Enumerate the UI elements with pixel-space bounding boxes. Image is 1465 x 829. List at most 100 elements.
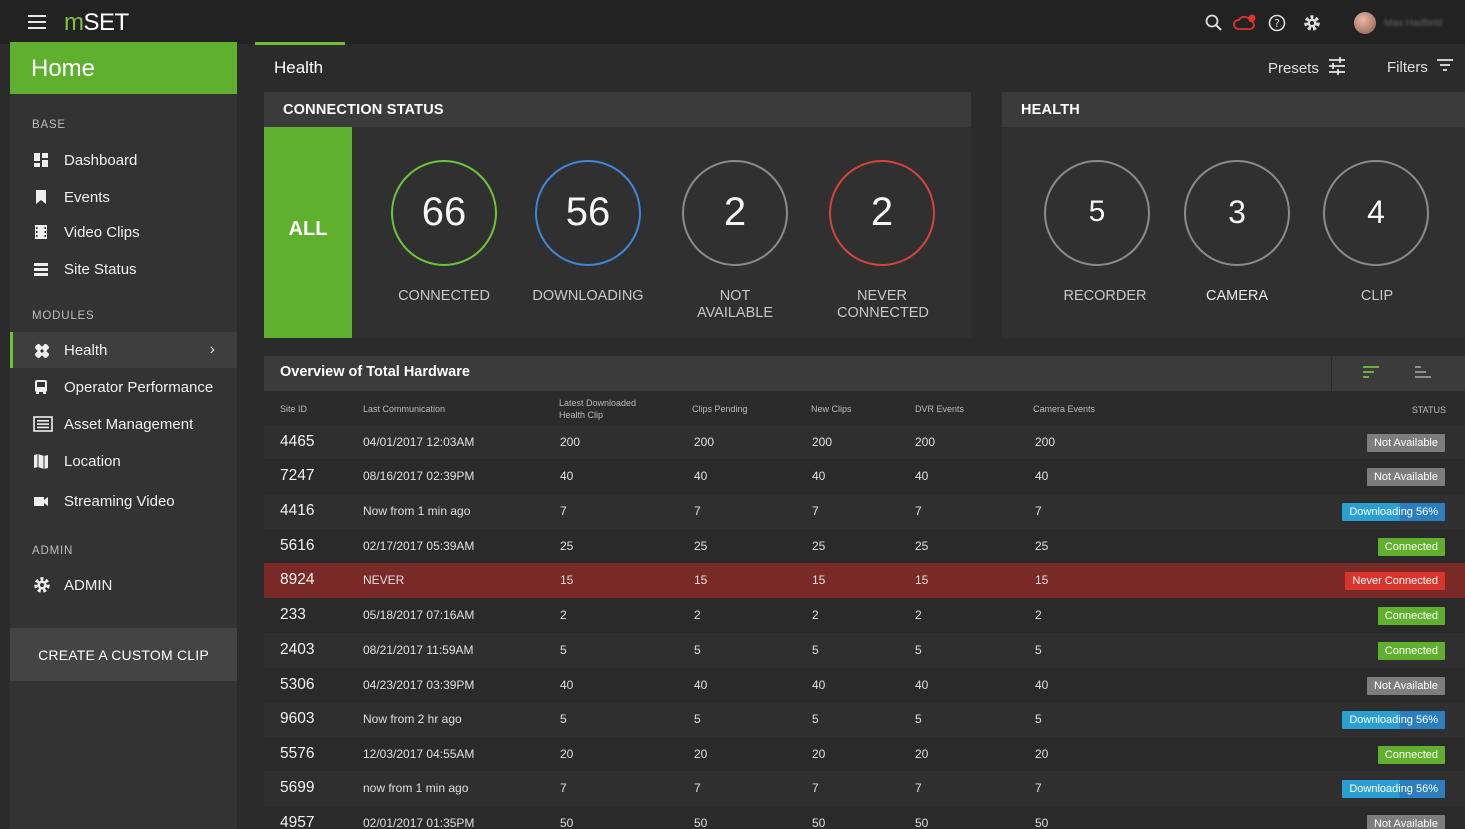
status-badge: Connected <box>1377 642 1445 660</box>
app-logo[interactable]: mSET <box>64 9 129 37</box>
last-communication-cell: 02/01/2017 01:35PM <box>363 816 475 829</box>
menu-icon[interactable] <box>28 15 46 29</box>
column-header-status[interactable]: STATUS <box>1400 404 1446 416</box>
avatar[interactable] <box>1354 12 1376 34</box>
column-header-new-clips[interactable]: New Clips <box>811 403 852 415</box>
never-connected-count-circle[interactable]: 2 <box>829 160 935 266</box>
column-header-dvr-events[interactable]: DVR Events <box>915 403 964 415</box>
latest-clip-cell: 50 <box>560 816 574 829</box>
table-row[interactable]: 4465 04/01/2017 12:03AM 200 200 200 200 200 Not… <box>264 425 1465 460</box>
table-row[interactable]: 4416 Now from 1 min ago 7 7 7 7 7 Downloading 5… <box>264 494 1465 529</box>
section-label-modules: MODULES <box>32 310 95 322</box>
latest-clip-cell: 7 <box>560 781 567 795</box>
search-icon[interactable] <box>1204 13 1224 33</box>
downloading-count-circle[interactable]: 56 <box>535 160 641 266</box>
active-tab-indicator <box>255 42 345 45</box>
clips-pending-cell: 5 <box>694 712 701 726</box>
table-row[interactable]: 5306 04/23/2017 03:39PM 40 40 40 40 40 Not Avai… <box>264 668 1465 703</box>
filters-button[interactable]: Filters <box>1387 57 1454 77</box>
latest-clip-cell: 7 <box>560 504 567 518</box>
camera-count-circle[interactable]: 3 <box>1184 160 1290 266</box>
status-badge: Connected <box>1377 746 1445 764</box>
site-id-cell: 5699 <box>280 779 315 796</box>
column-header-latest-clip[interactable]: Latest Downloaded Health Clip <box>559 397 649 421</box>
dvr-events-cell: 200 <box>915 435 936 449</box>
table-row[interactable]: 5576 12/03/2017 04:55AM 20 20 20 20 20 Connecte… <box>264 737 1465 772</box>
last-communication-cell: 08/16/2017 02:39PM <box>363 469 475 483</box>
site-id-cell: 5306 <box>280 676 315 693</box>
page-title: Health <box>274 58 324 77</box>
table-row[interactable]: 5699 now from 1 min ago 7 7 7 7 7 Downloading 5… <box>264 771 1465 806</box>
sidebar-item-location[interactable]: Location <box>10 443 237 479</box>
sidebar-item-video-clips[interactable]: Video Clips <box>10 214 237 250</box>
sidebar-item-operator-performance[interactable]: Operator Performance <box>10 369 237 405</box>
camera-events-cell: 40 <box>1035 678 1049 692</box>
camera-events-cell: 5 <box>1035 643 1042 657</box>
new-clips-cell: 25 <box>812 539 826 553</box>
new-clips-cell: 7 <box>812 781 819 795</box>
video-camera-icon <box>33 493 49 509</box>
sort-lines-icon[interactable] <box>1362 365 1380 384</box>
table-row[interactable]: 233 05/18/2017 07:16AM 2 2 2 2 2 Connected <box>264 598 1465 633</box>
column-header-site-id[interactable]: Site ID <box>280 403 307 415</box>
clips-pending-cell: 20 <box>694 747 708 761</box>
sidebar-item-label: Events <box>64 188 110 206</box>
sidebar-item-admin[interactable]: ADMIN <box>10 567 237 603</box>
table-row[interactable]: 2403 08/21/2017 11:59AM 5 5 5 5 5 Connected <box>264 633 1465 668</box>
sidebar-item-label: Site Status <box>64 260 137 278</box>
panel-title: CONNECTION STATUS <box>264 92 971 127</box>
all-filter-button[interactable]: ALL <box>264 127 352 338</box>
recorder-count-circle[interactable]: 5 <box>1044 160 1150 266</box>
status-badge: Downloading 56% <box>1342 503 1445 521</box>
user-name[interactable]: Max Hadfield <box>1384 18 1442 29</box>
sidebar-item-events[interactable]: Events <box>10 179 237 215</box>
table-row[interactable]: 9603 Now from 2 hr ago 5 5 5 5 5 Downloading 56… <box>264 702 1465 737</box>
compact-view-icon[interactable] <box>1414 365 1432 384</box>
user-menu[interactable]: Max Hadfield <box>1354 12 1442 34</box>
chevron-right-icon: › <box>209 341 215 358</box>
sidebar-item-health[interactable]: Health › <box>10 332 237 368</box>
sidebar-item-dashboard[interactable]: Dashboard <box>10 142 237 178</box>
sidebar-item-asset-management[interactable]: Asset Management <box>10 406 237 442</box>
table-row[interactable]: 4957 02/01/2017 01:35PM 50 50 50 50 50 Not Avai… <box>264 806 1465 829</box>
sidebar-item-site-status[interactable]: Site Status <box>10 251 237 287</box>
camera-label: CAMERA <box>1205 288 1269 304</box>
list-icon <box>33 261 49 277</box>
presets-button[interactable]: Presets <box>1268 57 1347 79</box>
new-clips-cell: 40 <box>812 678 826 692</box>
latest-clip-cell: 40 <box>560 678 574 692</box>
latest-clip-cell: 25 <box>560 539 574 553</box>
column-header-camera-events[interactable]: Camera Events <box>1033 403 1095 415</box>
status-badge: Downloading 56% <box>1342 711 1445 729</box>
clip-count-circle[interactable]: 4 <box>1323 160 1429 266</box>
cloud-alert-icon[interactable] <box>1233 13 1257 33</box>
not-available-count-circle[interactable]: 2 <box>682 160 788 266</box>
panel-title: HEALTH <box>1002 92 1465 127</box>
camera-events-cell: 20 <box>1035 747 1049 761</box>
new-clips-cell: 5 <box>812 643 819 657</box>
dvr-events-cell: 5 <box>915 712 922 726</box>
sidebar-item-label: Health <box>64 341 108 359</box>
home-button[interactable]: Home <box>10 42 237 94</box>
column-header-clips-pending[interactable]: Clips Pending <box>692 403 748 415</box>
sidebar-item-streaming-video[interactable]: Streaming Video <box>10 483 237 519</box>
film-icon <box>33 224 49 240</box>
health-icon <box>33 342 49 358</box>
last-communication-cell: 08/21/2017 11:59AM <box>363 643 474 657</box>
last-communication-cell: now from 1 min ago <box>363 781 469 795</box>
table-row[interactable]: 7247 08/16/2017 02:39PM 40 40 40 40 40 Not Avai… <box>264 459 1465 494</box>
dvr-events-cell: 25 <box>915 539 929 553</box>
sidebar-item-label: Dashboard <box>64 151 138 169</box>
last-communication-cell: Now from 2 hr ago <box>363 712 462 726</box>
new-clips-cell: 15 <box>812 573 826 587</box>
column-header-last-communication[interactable]: Last Communication <box>363 403 445 415</box>
connected-count-circle[interactable]: 66 <box>391 160 497 266</box>
latest-clip-cell: 200 <box>560 435 581 449</box>
table-row[interactable]: 5616 02/17/2017 05:39AM 25 25 25 25 25 Connecte… <box>264 529 1465 564</box>
create-custom-clip-button[interactable]: CREATE A CUSTOM CLIP <box>10 628 237 681</box>
new-clips-cell: 20 <box>812 747 826 761</box>
settings-gear-icon[interactable] <box>1302 13 1322 33</box>
help-icon[interactable]: ? <box>1267 13 1287 33</box>
table-row[interactable]: 8924 NEVER 15 15 15 15 15 Never Connected <box>264 563 1465 598</box>
clips-pending-cell: 40 <box>694 678 708 692</box>
